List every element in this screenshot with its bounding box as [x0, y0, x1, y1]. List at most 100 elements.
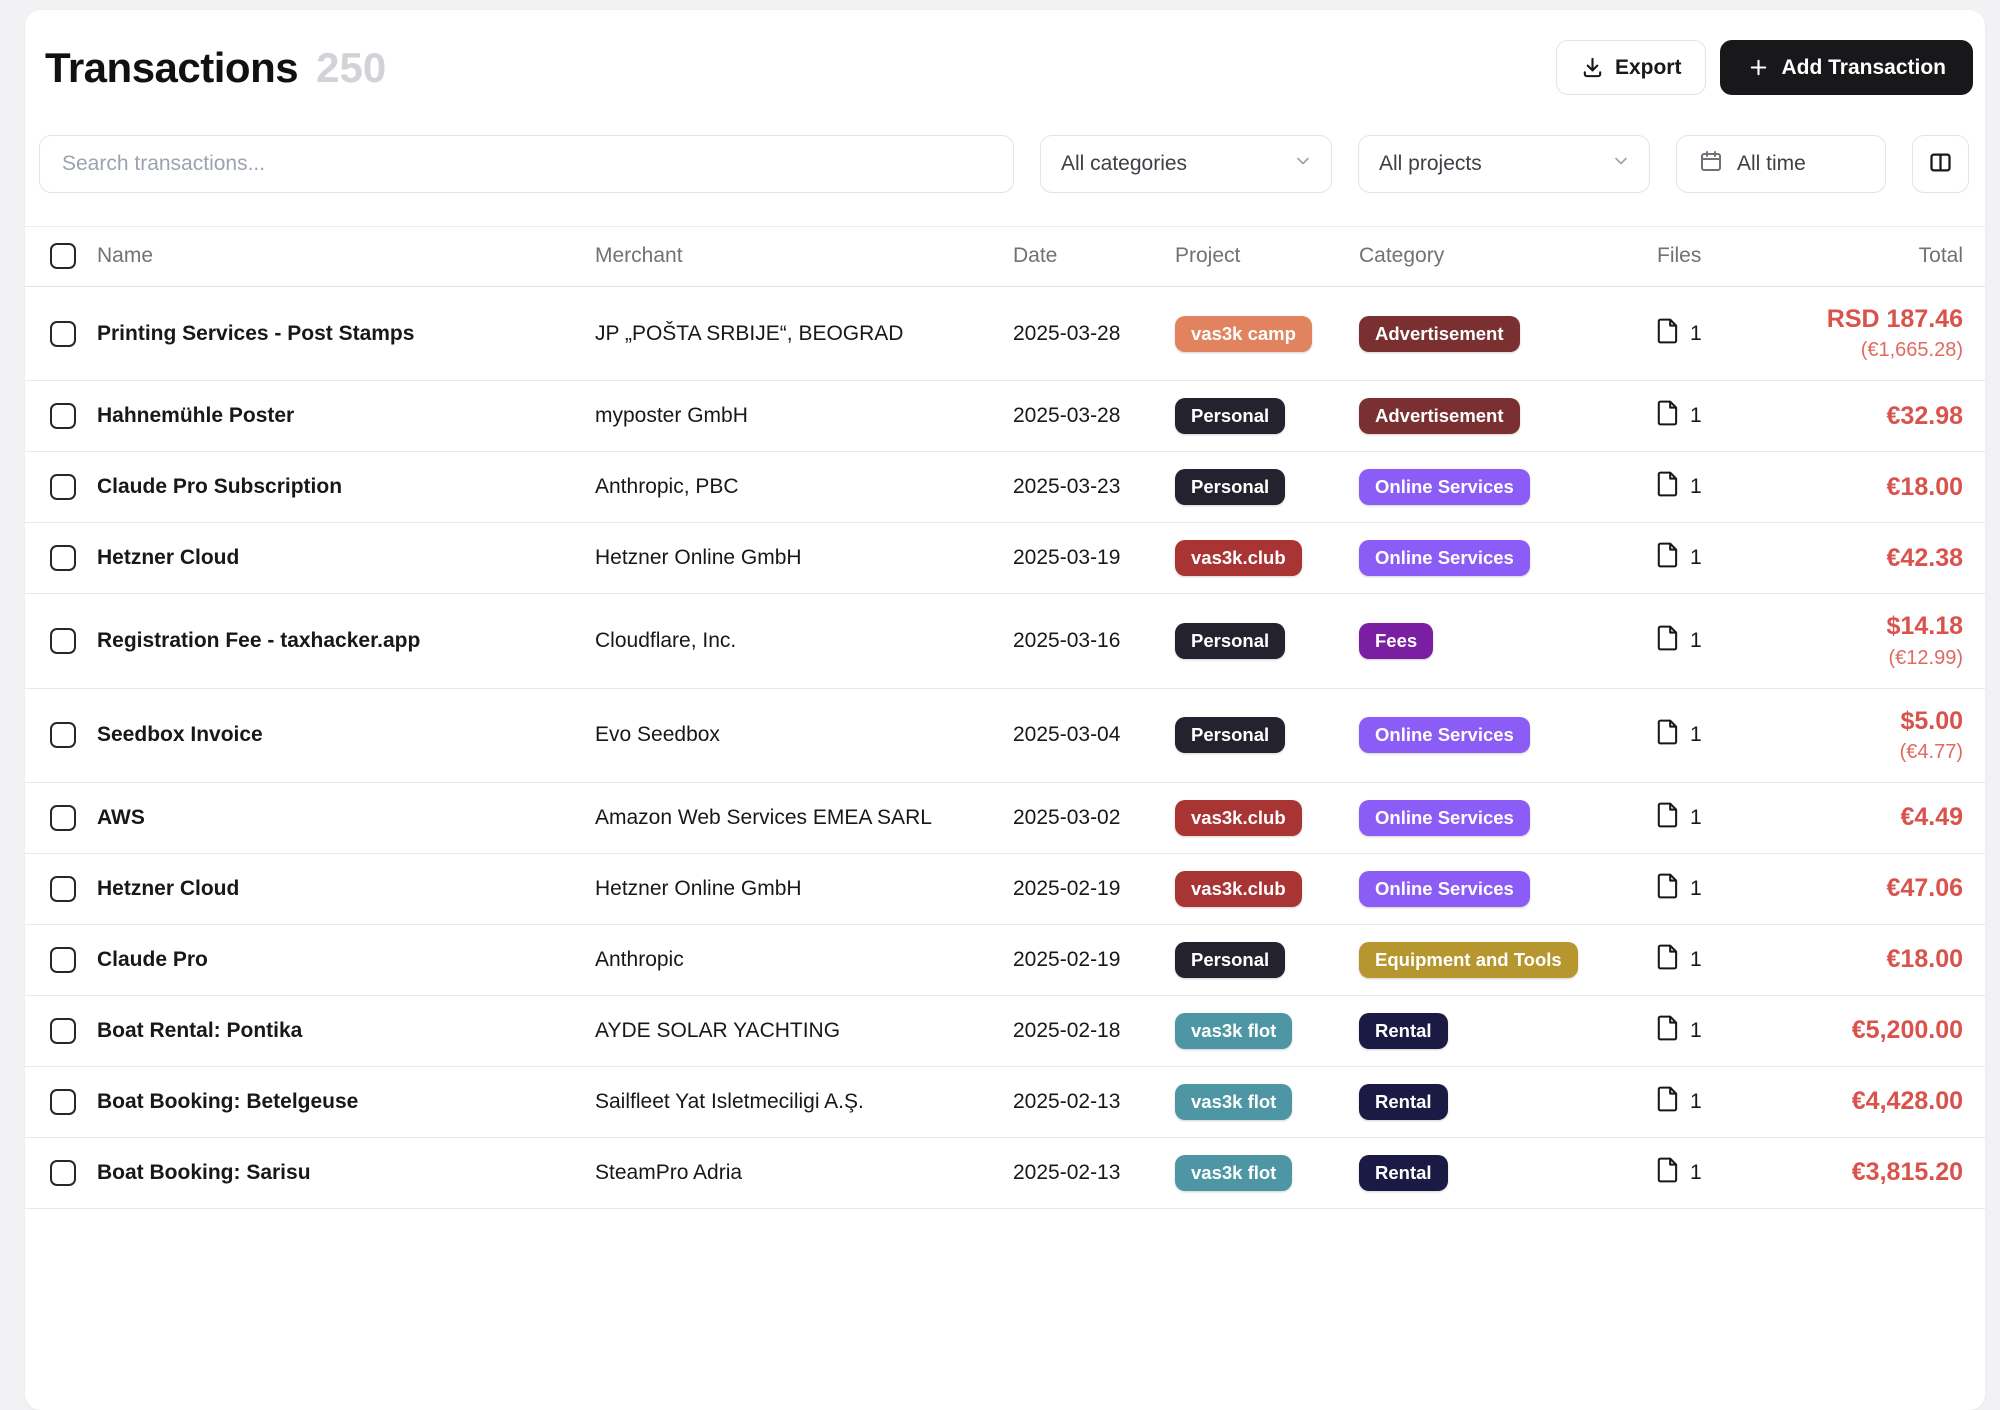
columns-toggle-button[interactable] — [1912, 135, 1969, 193]
transaction-merchant: myposter GmbH — [595, 381, 1013, 452]
table-row[interactable]: Boat Rental: Pontika AYDE SOLAR YACHTING… — [25, 995, 1985, 1066]
row-checkbox[interactable] — [50, 947, 76, 973]
add-transaction-button[interactable]: Add Transaction — [1720, 40, 1973, 95]
transaction-total: €32.98 — [1807, 401, 1963, 432]
file-icon — [1657, 1086, 1679, 1118]
category-badge: Fees — [1359, 623, 1433, 659]
transaction-date: 2025-02-13 — [1013, 1137, 1175, 1208]
file-count: 1 — [1690, 1161, 1702, 1185]
category-badge: Equipment and Tools — [1359, 942, 1578, 978]
table-header-row: Name Merchant Date Project Category File… — [25, 227, 1985, 287]
file-count: 1 — [1690, 629, 1702, 653]
transaction-total: €5,200.00 — [1807, 1015, 1963, 1046]
column-header-category: Category — [1359, 227, 1657, 287]
project-badge: vas3k camp — [1175, 316, 1312, 352]
transaction-total: €18.00 — [1807, 944, 1963, 975]
category-badge: Advertisement — [1359, 316, 1520, 352]
projects-filter[interactable]: All projects — [1358, 135, 1650, 193]
plus-icon — [1747, 56, 1770, 79]
row-checkbox[interactable] — [50, 321, 76, 347]
categories-filter[interactable]: All categories — [1040, 135, 1332, 193]
file-count: 1 — [1690, 806, 1702, 830]
row-checkbox[interactable] — [50, 1018, 76, 1044]
transaction-total-secondary: (€1,665.28) — [1807, 337, 1963, 363]
file-icon — [1657, 1157, 1679, 1189]
row-checkbox[interactable] — [50, 1089, 76, 1115]
transaction-name: Boat Booking: Sarisu — [97, 1137, 595, 1208]
transactions-tbody: Printing Services - Post Stamps JP „POŠT… — [25, 287, 1985, 1209]
transaction-name: AWS — [97, 782, 595, 853]
transaction-date: 2025-03-16 — [1013, 594, 1175, 688]
project-badge: Personal — [1175, 942, 1285, 978]
columns-icon — [1927, 149, 1954, 179]
file-count: 1 — [1690, 877, 1702, 901]
row-checkbox[interactable] — [50, 805, 76, 831]
chevron-down-icon — [1611, 151, 1631, 177]
transactions-panel: Transactions 250 Export Add Transaction … — [25, 10, 1985, 1410]
transaction-total: €47.06 — [1807, 873, 1963, 904]
row-checkbox[interactable] — [50, 876, 76, 902]
select-all-checkbox[interactable] — [50, 243, 76, 269]
file-count: 1 — [1690, 475, 1702, 499]
category-badge: Online Services — [1359, 717, 1530, 753]
file-count: 1 — [1690, 322, 1702, 346]
search-input[interactable] — [39, 135, 1014, 193]
transaction-date: 2025-02-19 — [1013, 853, 1175, 924]
filterbar: All categories All projects All time — [25, 135, 1985, 193]
file-icon — [1657, 471, 1679, 503]
table-row[interactable]: Claude Pro Anthropic 2025-02-19 Personal… — [25, 924, 1985, 995]
table-row[interactable]: Printing Services - Post Stamps JP „POŠT… — [25, 287, 1985, 381]
export-button[interactable]: Export — [1556, 40, 1707, 95]
file-count: 1 — [1690, 1090, 1702, 1114]
table-row[interactable]: Claude Pro Subscription Anthropic, PBC 2… — [25, 452, 1985, 523]
project-badge: Personal — [1175, 623, 1285, 659]
table-row[interactable]: Hetzner Cloud Hetzner Online GmbH 2025-0… — [25, 853, 1985, 924]
table-row[interactable]: Hetzner Cloud Hetzner Online GmbH 2025-0… — [25, 523, 1985, 594]
category-badge: Online Services — [1359, 540, 1530, 576]
row-checkbox[interactable] — [50, 628, 76, 654]
transaction-name: Seedbox Invoice — [97, 688, 595, 782]
row-checkbox[interactable] — [50, 1160, 76, 1186]
chevron-down-icon — [1293, 151, 1313, 177]
file-count: 1 — [1690, 948, 1702, 972]
row-checkbox[interactable] — [50, 722, 76, 748]
calendar-icon — [1699, 149, 1723, 179]
table-row[interactable]: Boat Booking: Betelgeuse Sailfleet Yat I… — [25, 1066, 1985, 1137]
row-checkbox[interactable] — [50, 474, 76, 500]
column-header-project: Project — [1175, 227, 1359, 287]
project-badge: Personal — [1175, 469, 1285, 505]
transaction-total: €18.00 — [1807, 472, 1963, 503]
row-checkbox[interactable] — [50, 403, 76, 429]
category-badge: Rental — [1359, 1155, 1448, 1191]
project-badge: vas3k.club — [1175, 871, 1302, 907]
transaction-date: 2025-03-04 — [1013, 688, 1175, 782]
table-row[interactable]: AWS Amazon Web Services EMEA SARL 2025-0… — [25, 782, 1985, 853]
category-badge: Rental — [1359, 1084, 1448, 1120]
transaction-name: Printing Services - Post Stamps — [97, 287, 595, 381]
table-row[interactable]: Seedbox Invoice Evo Seedbox 2025-03-04 P… — [25, 688, 1985, 782]
transaction-merchant: AYDE SOLAR YACHTING — [595, 995, 1013, 1066]
topbar: Transactions 250 Export Add Transaction — [25, 10, 1985, 95]
transaction-merchant: Anthropic, PBC — [595, 452, 1013, 523]
topbar-actions: Export Add Transaction — [1556, 40, 1973, 95]
transaction-name: Boat Rental: Pontika — [97, 995, 595, 1066]
project-badge: vas3k.club — [1175, 800, 1302, 836]
transaction-date: 2025-02-19 — [1013, 924, 1175, 995]
project-badge: Personal — [1175, 398, 1285, 434]
page-title: Transactions — [45, 44, 298, 92]
transactions-table: Name Merchant Date Project Category File… — [25, 226, 1985, 1209]
file-icon — [1657, 1015, 1679, 1047]
transaction-name: Hahnemühle Poster — [97, 381, 595, 452]
date-range-filter-value: All time — [1737, 152, 1806, 176]
table-row[interactable]: Registration Fee - taxhacker.app Cloudfl… — [25, 594, 1985, 688]
transaction-total: €3,815.20 — [1807, 1157, 1963, 1188]
table-row[interactable]: Boat Booking: Sarisu SteamPro Adria 2025… — [25, 1137, 1985, 1208]
column-header-files: Files — [1657, 227, 1807, 287]
date-range-filter[interactable]: All time — [1676, 135, 1886, 193]
transaction-merchant: Anthropic — [595, 924, 1013, 995]
column-header-name: Name — [97, 227, 595, 287]
project-badge: vas3k flot — [1175, 1013, 1292, 1049]
row-checkbox[interactable] — [50, 545, 76, 571]
transaction-total: €42.38 — [1807, 543, 1963, 574]
table-row[interactable]: Hahnemühle Poster myposter GmbH 2025-03-… — [25, 381, 1985, 452]
